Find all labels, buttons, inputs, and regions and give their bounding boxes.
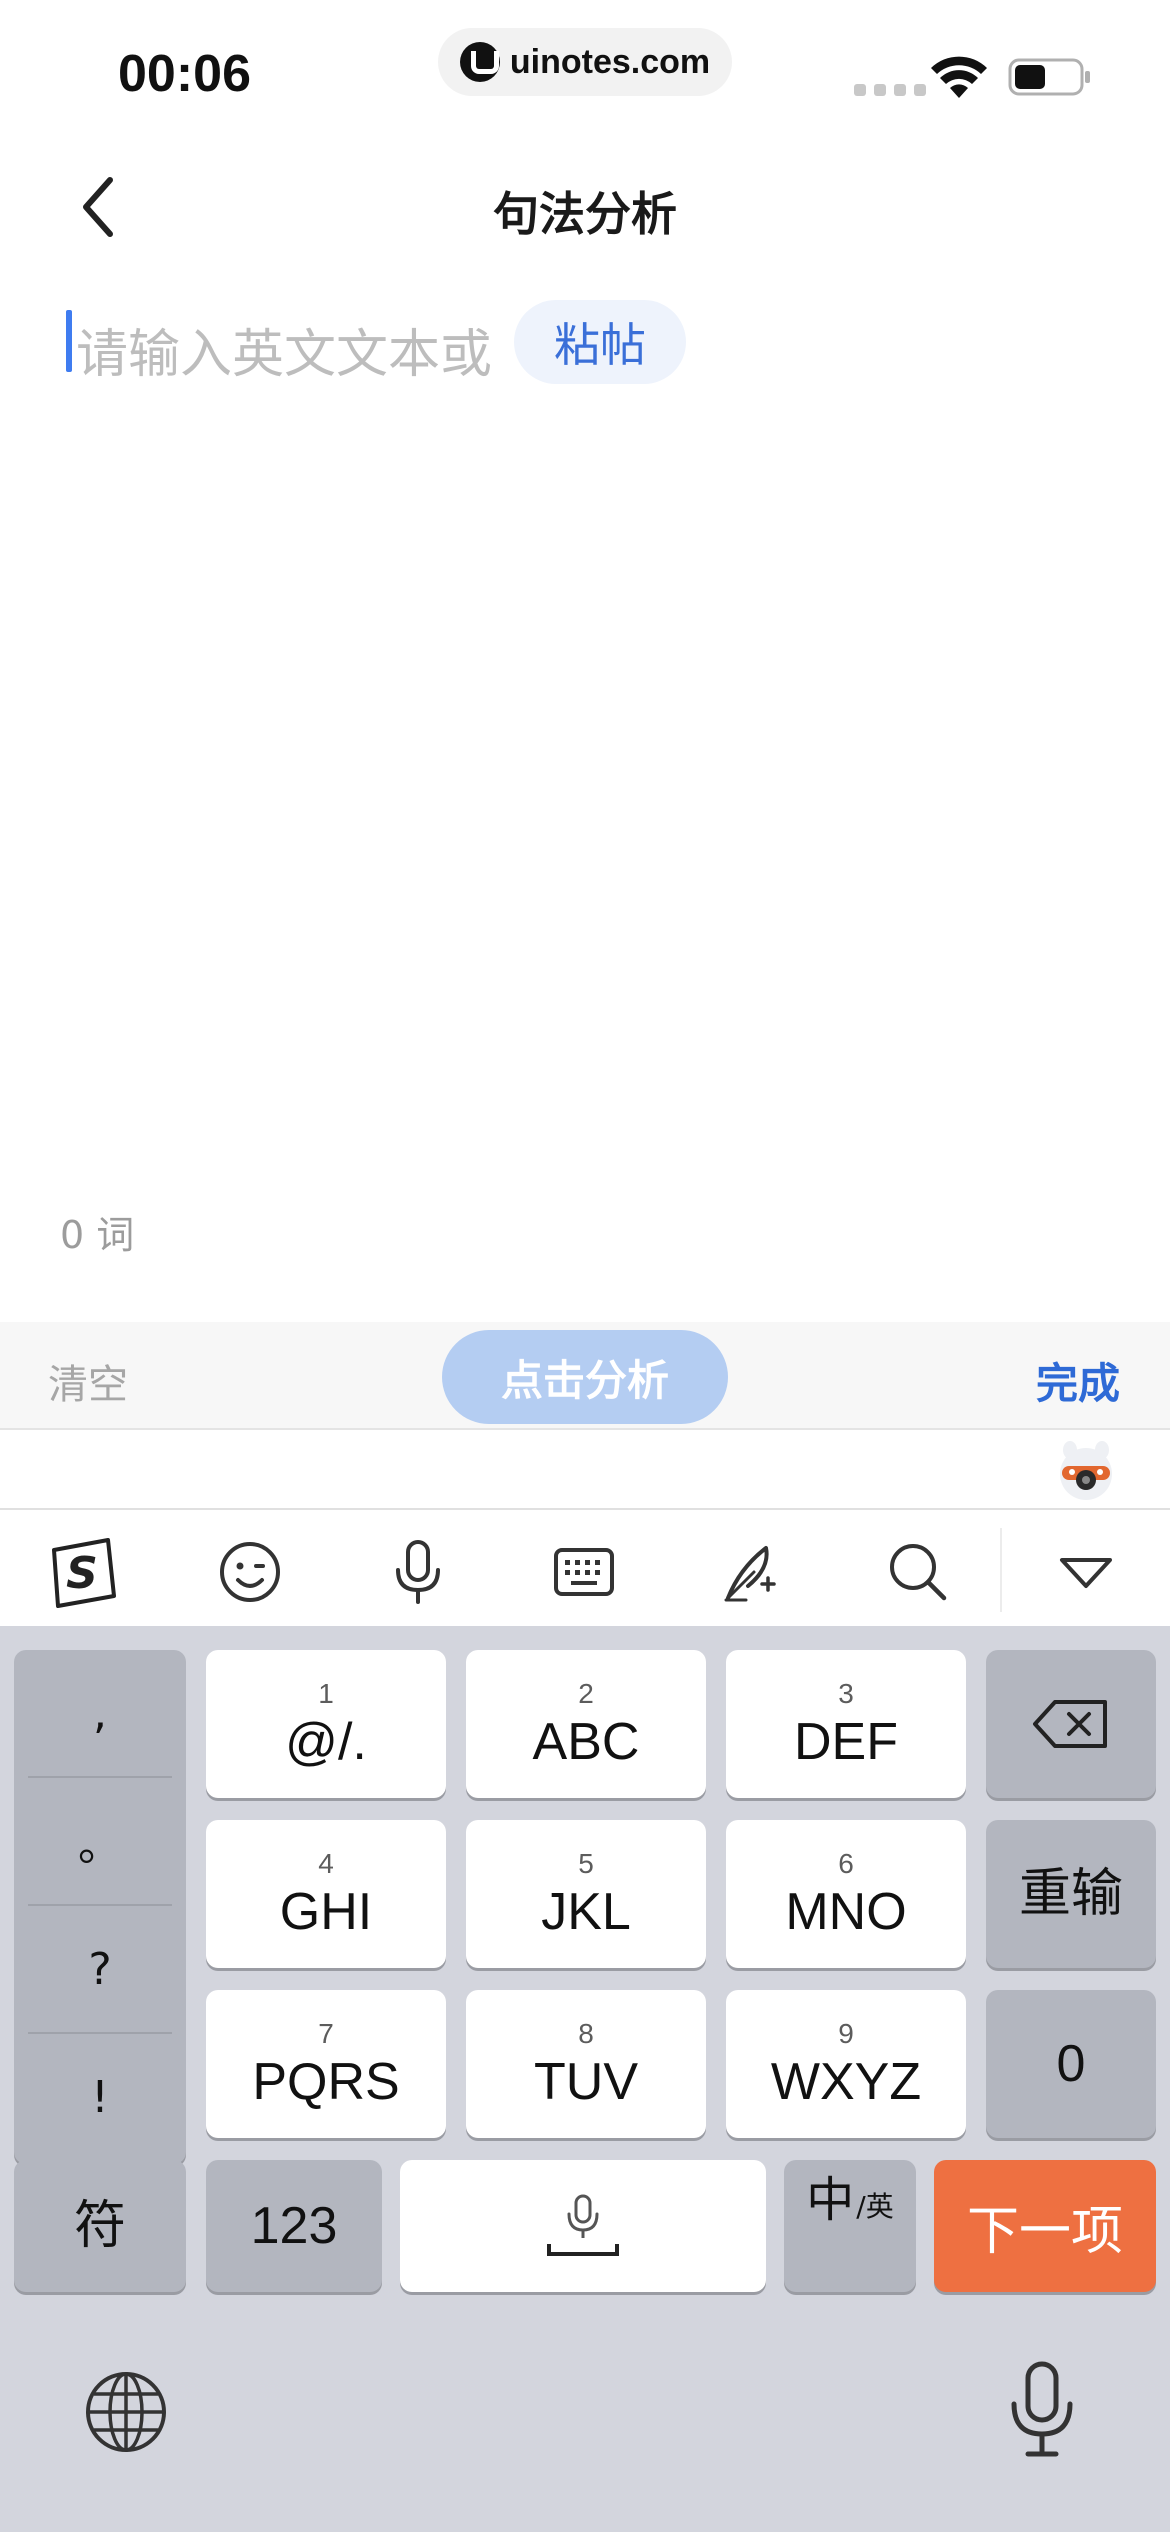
t9-key-6[interactable]: 6 MNO <box>726 1820 966 1968</box>
svg-text:S: S <box>66 1548 98 1599</box>
sogou-logo-button[interactable]: S <box>42 1534 122 1610</box>
url-pill: uinotes.com <box>438 28 732 96</box>
language-switch-key[interactable]: 中 /英 <box>784 2160 916 2292</box>
ime-toolbar: S <box>0 1512 1170 1626</box>
punct-key-period[interactable]: 。 <box>14 1778 186 1904</box>
battery-icon <box>1008 58 1090 96</box>
zero-key[interactable]: 0 <box>986 1990 1156 2138</box>
sentence-analysis-screen: 00:06 uinotes.com 句法分析 请输入英文文本或 粘帖 0 词 清… <box>0 0 1170 2532</box>
smiley-face-icon <box>220 1542 280 1602</box>
text-input-placeholder: 请输入英文文本或 <box>76 325 493 385</box>
t9-key-1[interactable]: 1 @/. <box>206 1650 446 1798</box>
keyboard-switch-button[interactable] <box>544 1534 624 1610</box>
ime-candidate-strip <box>0 1432 1170 1510</box>
t9-key-8[interactable]: 8 TUV <box>466 1990 706 2138</box>
sogou-logo-icon: S <box>52 1538 116 1608</box>
symbol-key[interactable]: 符 <box>14 2160 186 2292</box>
status-time: 00:06 <box>118 45 251 103</box>
punct-key-comma[interactable]: , <box>14 1650 186 1776</box>
hide-keyboard-button[interactable] <box>1046 1534 1126 1610</box>
t9-key-5[interactable]: 5 JKL <box>466 1820 706 1968</box>
next-item-key[interactable]: 下一项 <box>934 2160 1156 2292</box>
space-mic-icon <box>547 2194 619 2256</box>
microphone-icon <box>396 1540 440 1604</box>
status-bar: 00:06 uinotes.com <box>0 0 1170 140</box>
ime-mascot-icon[interactable] <box>1056 1440 1116 1502</box>
numbers-key[interactable]: 123 <box>206 2160 382 2292</box>
text-cursor <box>66 310 72 372</box>
t9-key-4[interactable]: 4 GHI <box>206 1820 446 1968</box>
t9-key-7[interactable]: 7 PQRS <box>206 1990 446 2138</box>
search-button[interactable] <box>878 1534 958 1610</box>
wifi-icon <box>931 56 987 98</box>
emoji-button[interactable] <box>210 1534 290 1610</box>
punct-key-question[interactable]: ? <box>14 1906 186 2032</box>
backspace-icon <box>1033 1700 1107 1748</box>
backspace-key[interactable] <box>986 1650 1156 1798</box>
url-text: uinotes.com <box>509 42 711 81</box>
cellular-signal-icon <box>854 84 926 96</box>
done-button[interactable]: 完成 <box>1036 1350 1120 1411</box>
clear-button[interactable]: 清空 <box>48 1352 128 1410</box>
reinput-key[interactable]: 重输 <box>986 1820 1156 1968</box>
uinotes-logo-icon <box>459 42 500 82</box>
toolbar-divider <box>1000 1528 1002 1612</box>
t9-keyboard: , 。 ? ! 1 @/. 2 ABC 3 DEF 4 GHI 5 JKL 6 … <box>0 1626 1170 2532</box>
space-key[interactable] <box>400 2160 766 2292</box>
handwriting-button[interactable] <box>712 1534 792 1610</box>
triangle-down-icon <box>1060 1558 1112 1588</box>
analyze-button[interactable]: 点击分析 <box>442 1330 728 1424</box>
search-icon <box>890 1544 947 1601</box>
word-count: 0 词 <box>60 1213 135 1257</box>
paste-button[interactable]: 粘帖 <box>514 300 686 384</box>
t9-key-9[interactable]: 9 WXYZ <box>726 1990 966 2138</box>
punct-key-exclamation[interactable]: ! <box>14 2034 186 2160</box>
t9-key-3[interactable]: 3 DEF <box>726 1650 966 1798</box>
feather-pen-icon <box>724 1546 776 1602</box>
keyboard-icon <box>554 1548 614 1596</box>
t9-key-2[interactable]: 2 ABC <box>466 1650 706 1798</box>
dictation-mic-icon[interactable] <box>1006 2360 1078 2460</box>
punctuation-column: , 。 ? ! <box>14 1650 186 2164</box>
action-bar: 清空 点击分析 完成 <box>0 1322 1170 1430</box>
page-title: 句法分析 <box>493 187 677 241</box>
voice-input-button[interactable] <box>378 1534 458 1610</box>
globe-icon[interactable] <box>84 2370 168 2454</box>
